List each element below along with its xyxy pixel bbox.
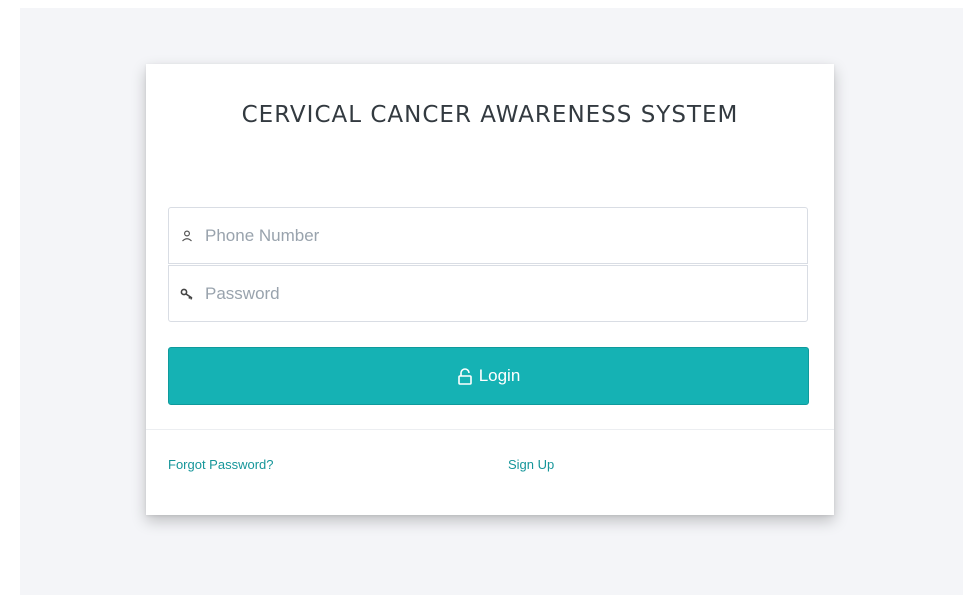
page-title: CERVICAL CANCER AWARENESS SYSTEM: [241, 102, 739, 128]
password-field[interactable]: [168, 265, 808, 322]
key-icon: [179, 286, 195, 302]
password-input[interactable]: [205, 266, 795, 321]
login-button-label: Login: [478, 366, 521, 385]
sign-up-link[interactable]: Sign Up: [508, 457, 554, 472]
card-divider: [146, 429, 834, 430]
login-button[interactable]: Login: [168, 347, 809, 405]
user-icon: [179, 228, 195, 244]
phone-number-input[interactable]: [205, 208, 795, 263]
login-card: CERVICAL CANCER AWARENESS SYSTEM Login: [146, 64, 834, 515]
unlock-icon: [457, 367, 473, 385]
phone-number-field[interactable]: [168, 207, 808, 264]
forgot-password-link[interactable]: Forgot Password?: [168, 457, 274, 472]
